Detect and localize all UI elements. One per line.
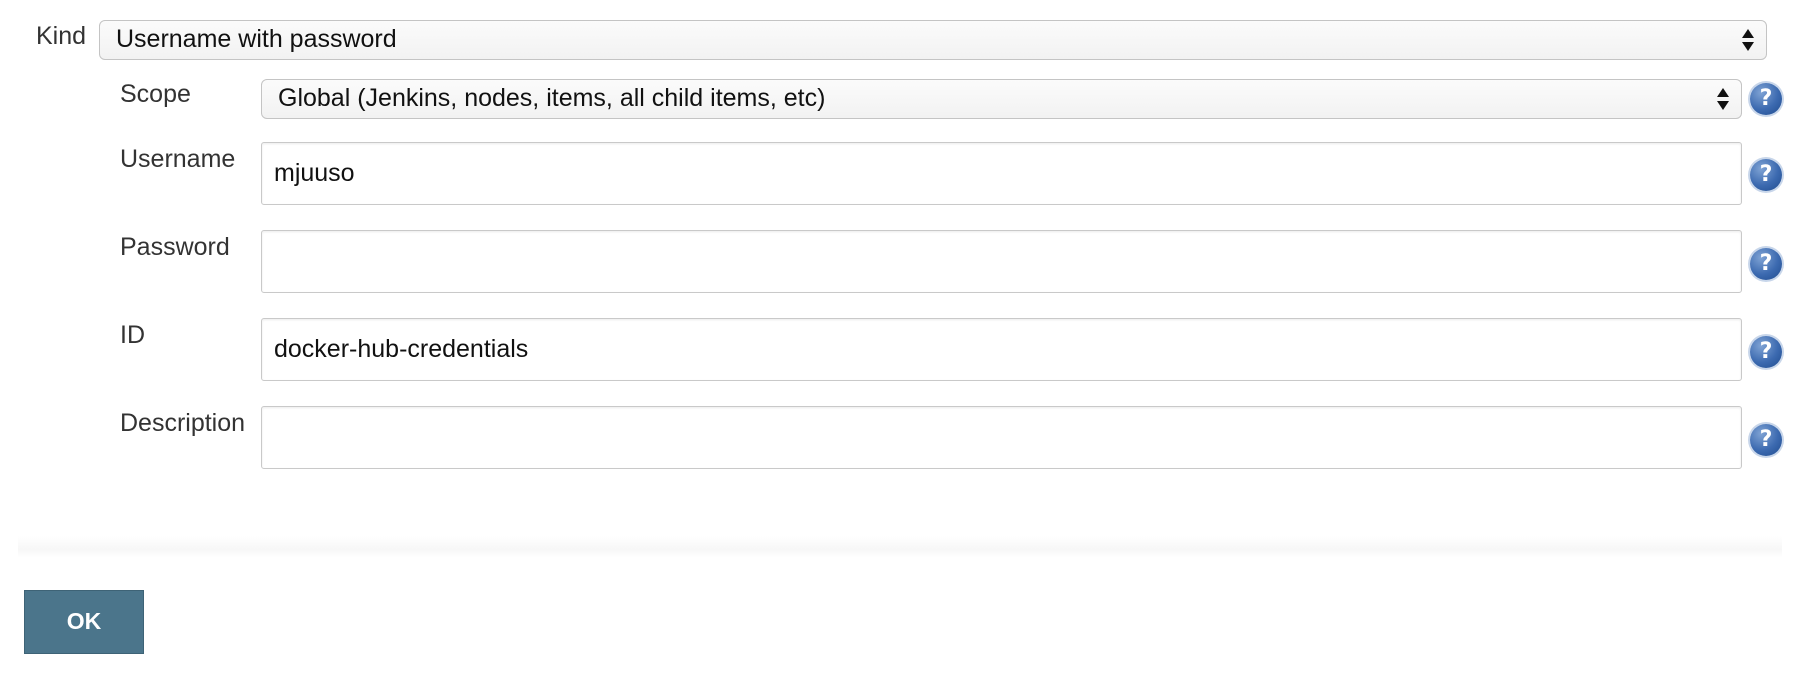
form-divider (18, 536, 1782, 558)
password-help-icon[interactable]: ? (1750, 248, 1782, 280)
username-label: Username (120, 145, 236, 173)
username-help-icon[interactable]: ? (1750, 159, 1782, 191)
credentials-form: Kind Username with password Scope Global… (0, 0, 1800, 682)
description-help-icon[interactable]: ? (1750, 424, 1782, 456)
kind-row: Kind Username with password (0, 20, 1800, 60)
scope-help-icon[interactable]: ? (1750, 83, 1782, 115)
kind-selected-value: Username with password (116, 25, 397, 53)
description-label: Description (120, 409, 246, 437)
select-arrows-icon (1717, 87, 1731, 111)
select-arrows-icon (1742, 28, 1756, 52)
scope-select[interactable]: Global (Jenkins, nodes, items, all child… (261, 79, 1742, 119)
kind-label: Kind (36, 22, 87, 50)
password-field[interactable] (261, 230, 1742, 293)
scope-selected-value: Global (Jenkins, nodes, items, all child… (278, 84, 826, 112)
description-field[interactable] (261, 406, 1742, 469)
id-field[interactable]: docker-hub-credentials (261, 318, 1742, 381)
kind-select[interactable]: Username with password (99, 20, 1767, 60)
scope-label: Scope (120, 80, 191, 108)
id-label: ID (120, 321, 145, 349)
username-field[interactable]: mjuuso (261, 142, 1742, 205)
id-help-icon[interactable]: ? (1750, 336, 1782, 368)
password-label: Password (120, 233, 230, 261)
ok-button[interactable]: OK (24, 590, 144, 654)
